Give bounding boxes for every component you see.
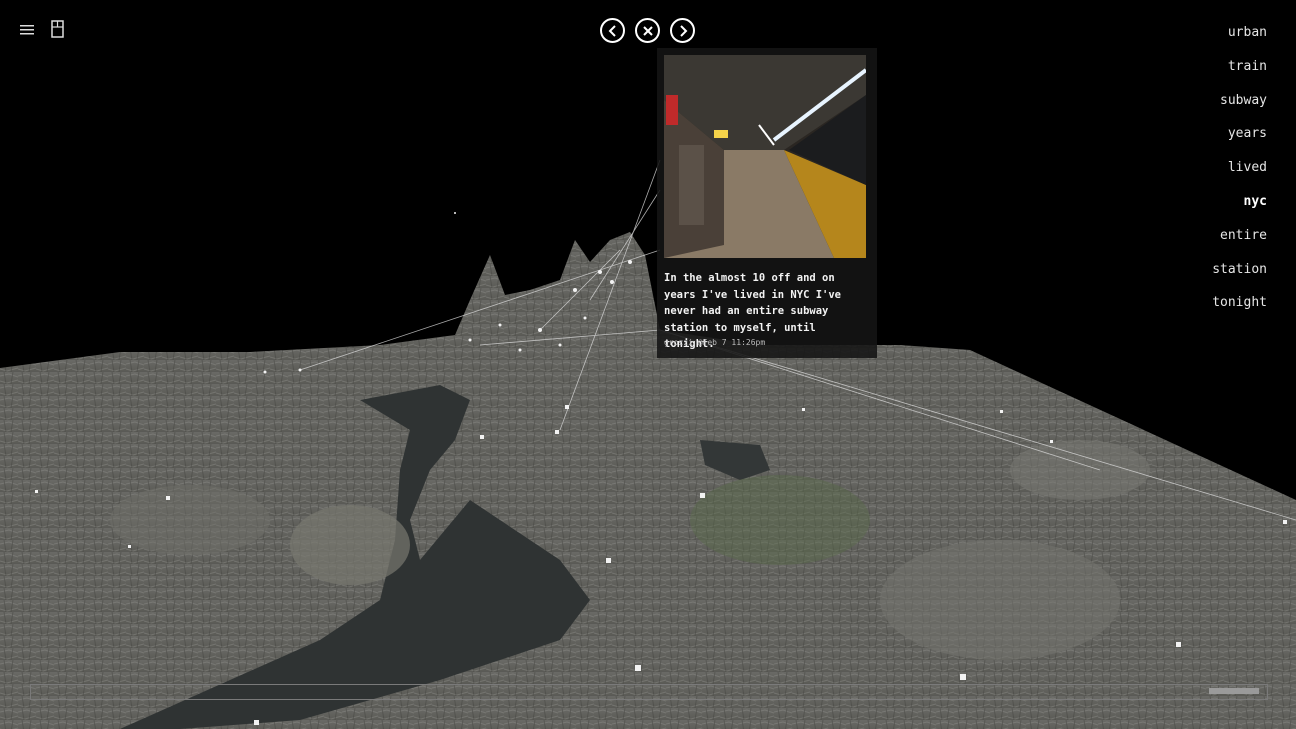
keyword-item[interactable]: tonight — [1212, 295, 1267, 329]
keyword-item[interactable]: station — [1212, 262, 1267, 296]
keyword-item-active[interactable]: nyc — [1212, 194, 1267, 228]
keyword-item[interactable]: lived — [1212, 160, 1267, 194]
keyword-list: urban train subway years lived nyc entir… — [1212, 25, 1267, 329]
keyword-item[interactable]: entire — [1212, 228, 1267, 262]
book-icon[interactable] — [51, 20, 65, 38]
close-icon — [642, 25, 653, 36]
timeline-scrubber[interactable] — [30, 684, 1268, 700]
post-meta: grozzi @Feb 7 11:26pm — [664, 338, 766, 347]
post-card: In the almost 10 off and on years I've l… — [657, 48, 877, 358]
close-button[interactable] — [635, 18, 660, 43]
prev-button[interactable] — [600, 18, 625, 43]
keyword-item[interactable]: subway — [1212, 93, 1267, 127]
chevron-right-icon — [679, 24, 687, 37]
keyword-item[interactable]: urban — [1212, 25, 1267, 59]
menu-icon[interactable] — [20, 22, 36, 36]
chevron-left-icon — [608, 24, 616, 37]
keyword-item[interactable]: years — [1212, 126, 1267, 160]
next-button[interactable] — [670, 18, 695, 43]
keyword-item[interactable]: train — [1212, 59, 1267, 93]
timeline-handle[interactable] — [1209, 688, 1259, 694]
post-photo[interactable] — [664, 55, 866, 258]
terrain-map[interactable] — [0, 0, 1296, 729]
